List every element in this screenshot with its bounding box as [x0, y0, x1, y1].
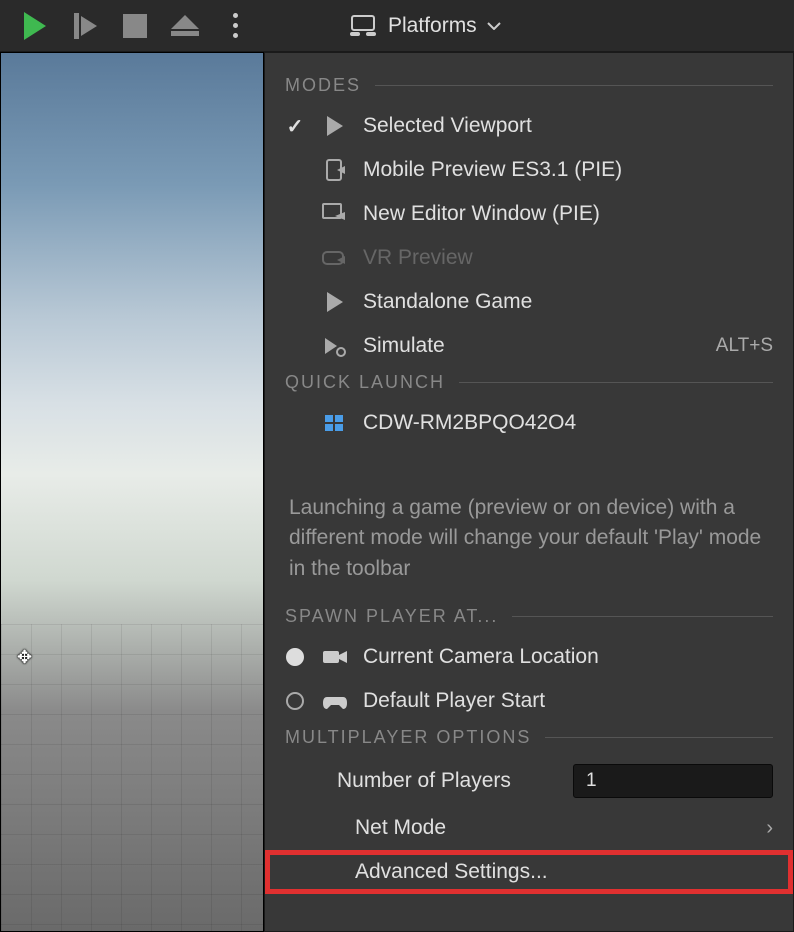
- mode-simulate[interactable]: Simulate ALT+S: [265, 324, 793, 368]
- mobile-icon: [321, 158, 349, 182]
- spawn-label: SPAWN PLAYER AT...: [285, 606, 498, 627]
- viewport-ground: [1, 624, 263, 931]
- chevron-down-icon: [487, 22, 501, 30]
- play-triangle-icon: [321, 290, 349, 314]
- chevron-right-icon: ›: [766, 817, 773, 840]
- mode-label: Mobile Preview ES3.1 (PIE): [363, 158, 773, 182]
- toolbar: Platforms: [0, 0, 794, 52]
- advanced-settings-label: Advanced Settings...: [283, 860, 773, 884]
- eject-button[interactable]: [162, 6, 208, 46]
- net-mode-item[interactable]: Net Mode ›: [265, 806, 793, 850]
- multiplayer-section-header: MULTIPLAYER OPTIONS: [265, 723, 793, 756]
- radio-icon: [286, 692, 304, 710]
- quick-launch-device[interactable]: CDW-RM2BPQO42O4: [265, 401, 793, 445]
- platforms-icon: [348, 14, 378, 38]
- check-icon: ✓: [287, 114, 304, 139]
- mode-label: VR Preview: [363, 246, 773, 270]
- eject-icon: [171, 15, 199, 36]
- advanced-settings-item[interactable]: Advanced Settings...: [265, 850, 793, 894]
- info-text: Launching a game (preview or on device) …: [265, 481, 793, 602]
- spawn-default-start[interactable]: Default Player Start: [265, 679, 793, 723]
- play-button[interactable]: [12, 6, 58, 46]
- play-triangle-icon: [321, 114, 349, 138]
- modes-section-header: MODES: [265, 71, 793, 104]
- number-of-players-label: Number of Players: [285, 769, 557, 793]
- camera-icon: [321, 645, 349, 669]
- net-mode-label: Net Mode: [283, 816, 752, 840]
- simulate-icon: [321, 334, 349, 358]
- step-icon: [74, 13, 97, 39]
- number-of-players-input[interactable]: [573, 764, 773, 798]
- viewport[interactable]: ✥: [0, 52, 264, 932]
- shortcut-label: ALT+S: [716, 335, 773, 357]
- mode-label: New Editor Window (PIE): [363, 202, 773, 226]
- spawn-section-header: SPAWN PLAYER AT...: [265, 602, 793, 635]
- play-options-menu: MODES ✓ Selected Viewport Mobile Preview…: [264, 52, 794, 932]
- mode-label: Simulate: [363, 334, 702, 358]
- mode-vr-preview: VR Preview: [265, 236, 793, 280]
- platforms-label: Platforms: [388, 14, 477, 38]
- radio-icon: [286, 648, 304, 666]
- mode-label: Standalone Game: [363, 290, 773, 314]
- play-icon: [24, 12, 46, 40]
- spawn-label: Current Camera Location: [363, 645, 773, 669]
- device-label: CDW-RM2BPQO42O4: [363, 411, 773, 435]
- mode-mobile-preview[interactable]: Mobile Preview ES3.1 (PIE): [265, 148, 793, 192]
- dots-icon: [233, 13, 238, 38]
- platforms-button[interactable]: Platforms: [336, 10, 513, 42]
- mode-label: Selected Viewport: [363, 114, 773, 138]
- move-cursor-icon: ✥: [17, 647, 39, 669]
- options-button[interactable]: [212, 6, 258, 46]
- stop-icon: [123, 14, 147, 38]
- quick-launch-section-header: QUICK LAUNCH: [265, 368, 793, 401]
- spawn-current-camera[interactable]: Current Camera Location: [265, 635, 793, 679]
- stop-button[interactable]: [112, 6, 158, 46]
- quick-launch-label: QUICK LAUNCH: [285, 372, 445, 393]
- controller-icon: [321, 689, 349, 713]
- spawn-label: Default Player Start: [363, 689, 773, 713]
- vr-icon: [321, 246, 349, 270]
- windows-icon: [321, 411, 349, 435]
- window-icon: [321, 202, 349, 226]
- mode-selected-viewport[interactable]: ✓ Selected Viewport: [265, 104, 793, 148]
- mode-standalone-game[interactable]: Standalone Game: [265, 280, 793, 324]
- number-of-players-row: Number of Players: [265, 756, 793, 806]
- step-button[interactable]: [62, 6, 108, 46]
- multiplayer-label: MULTIPLAYER OPTIONS: [285, 727, 531, 748]
- modes-label: MODES: [285, 75, 361, 96]
- mode-new-editor-window[interactable]: New Editor Window (PIE): [265, 192, 793, 236]
